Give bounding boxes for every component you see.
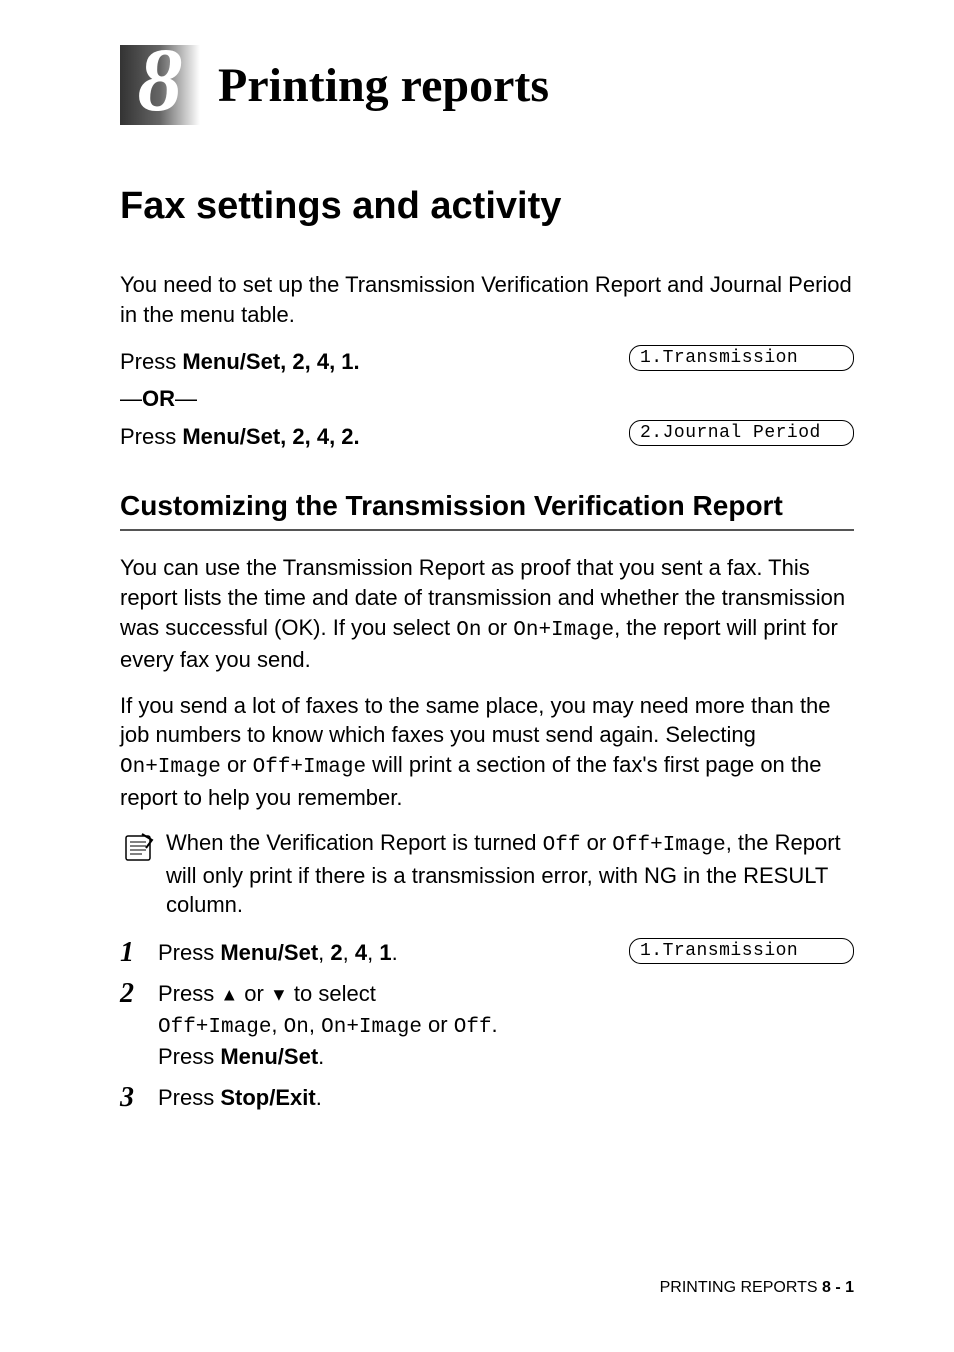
text: , xyxy=(318,940,330,965)
text: , xyxy=(271,1012,283,1037)
page-footer: PRINTING REPORTS 8 - 1 xyxy=(660,1279,854,1297)
step-number: 2 xyxy=(120,979,158,1010)
note-text: When the Verification Report is turned O… xyxy=(166,828,854,920)
step-number: 1 xyxy=(120,938,158,969)
note-block: When the Verification Report is turned O… xyxy=(120,828,854,920)
text: or xyxy=(481,615,513,640)
code-off: Off xyxy=(543,834,581,857)
subsection-para-2: If you send a lot of faxes to the same p… xyxy=(120,691,854,812)
text: , xyxy=(367,940,379,965)
text: If you send a lot of faxes to the same p… xyxy=(120,693,831,748)
subsection-para-1: You can use the Transmission Report as p… xyxy=(120,553,854,674)
chapter-title: Printing reports xyxy=(218,58,549,113)
button-label: Menu/Set xyxy=(220,1044,318,1069)
subsection-title: Customizing the Transmission Verificatio… xyxy=(120,488,854,531)
footer-text: PRINTING REPORTS xyxy=(660,1279,822,1296)
key: 2 xyxy=(330,940,342,965)
chapter-number-badge: 8 xyxy=(120,45,200,125)
subsection: Customizing the Transmission Verificatio… xyxy=(120,488,854,1113)
lcd-display-journal: 2.Journal Period xyxy=(629,420,854,446)
code-onimage: On+Image xyxy=(513,619,614,642)
or-dash: — xyxy=(120,386,142,411)
down-arrow-icon: ▼ xyxy=(270,984,288,1004)
press-row-1: Press Menu/Set, 2, 4, 1. 1.Transmission xyxy=(120,345,854,378)
text: . xyxy=(492,1012,498,1037)
or-text: OR xyxy=(142,386,175,411)
text: . xyxy=(392,940,398,965)
steps-list: 1 Press Menu/Set, 2, 4, 1. 1.Transmissio… xyxy=(120,938,854,1114)
note-icon xyxy=(120,830,156,866)
press-row-2: Press Menu/Set, 2, 4, 2. 2.Journal Perio… xyxy=(120,420,854,453)
section-title: Fax settings and activity xyxy=(120,185,854,228)
step-content: Press Stop/Exit. xyxy=(158,1083,854,1114)
press-seq: , 2, 4, 2. xyxy=(280,424,360,449)
up-arrow-icon: ▲ xyxy=(220,984,238,1004)
code-offimage: Off+Image xyxy=(253,756,366,779)
press-instruction-2: Press Menu/Set, 2, 4, 2. xyxy=(120,420,360,453)
text: , xyxy=(309,1012,321,1037)
press-button: Menu/Set xyxy=(182,424,280,449)
code-on: On xyxy=(456,619,481,642)
key: 4 xyxy=(355,940,367,965)
text: Press xyxy=(158,1044,220,1069)
press-prefix: Press xyxy=(120,349,182,374)
or-dash: — xyxy=(175,386,197,411)
page-number: 8 - 1 xyxy=(822,1279,854,1296)
step-3: 3 Press Stop/Exit. xyxy=(120,1083,854,1114)
text: or xyxy=(238,981,270,1006)
section-intro: You need to set up the Transmission Veri… xyxy=(120,270,854,329)
chapter-header: 8 Printing reports xyxy=(120,45,854,125)
button-label: Menu/Set xyxy=(220,940,318,965)
option: Off xyxy=(454,1016,492,1039)
option: On xyxy=(284,1016,309,1039)
or-separator: —OR— xyxy=(120,386,854,412)
press-prefix: Press xyxy=(120,424,182,449)
text: When the Verification Report is turned xyxy=(166,830,543,855)
step-1: 1 Press Menu/Set, 2, 4, 1. 1.Transmissio… xyxy=(120,938,854,969)
step-content: Press Menu/Set, 2, 4, 1. xyxy=(158,938,609,969)
text: . xyxy=(316,1085,322,1110)
text: Press xyxy=(158,1085,220,1110)
text: to select xyxy=(288,981,376,1006)
press-seq: , 2, 4, 1. xyxy=(280,349,360,374)
button-label: Stop/Exit xyxy=(220,1085,315,1110)
key: 1 xyxy=(379,940,391,965)
press-button: Menu/Set xyxy=(182,349,280,374)
option: Off+Image xyxy=(158,1016,271,1039)
code-offimage: Off+Image xyxy=(612,834,725,857)
code-onimage: On+Image xyxy=(120,756,221,779)
lcd-display-transmission: 1.Transmission xyxy=(629,345,854,371)
text: . xyxy=(318,1044,324,1069)
text: , xyxy=(343,940,355,965)
text: or xyxy=(221,752,253,777)
press-instruction-1: Press Menu/Set, 2, 4, 1. xyxy=(120,345,360,378)
text: Press xyxy=(158,981,220,1006)
step-content: Press ▲ or ▼ to select Off+Image, On, On… xyxy=(158,979,854,1073)
step-number: 3 xyxy=(120,1083,158,1114)
step-2: 2 Press ▲ or ▼ to select Off+Image, On, … xyxy=(120,979,854,1073)
text: Press xyxy=(158,940,220,965)
text: or xyxy=(580,830,612,855)
text: or xyxy=(422,1012,454,1037)
lcd-display-step1: 1.Transmission xyxy=(629,938,854,964)
option: On+Image xyxy=(321,1016,422,1039)
